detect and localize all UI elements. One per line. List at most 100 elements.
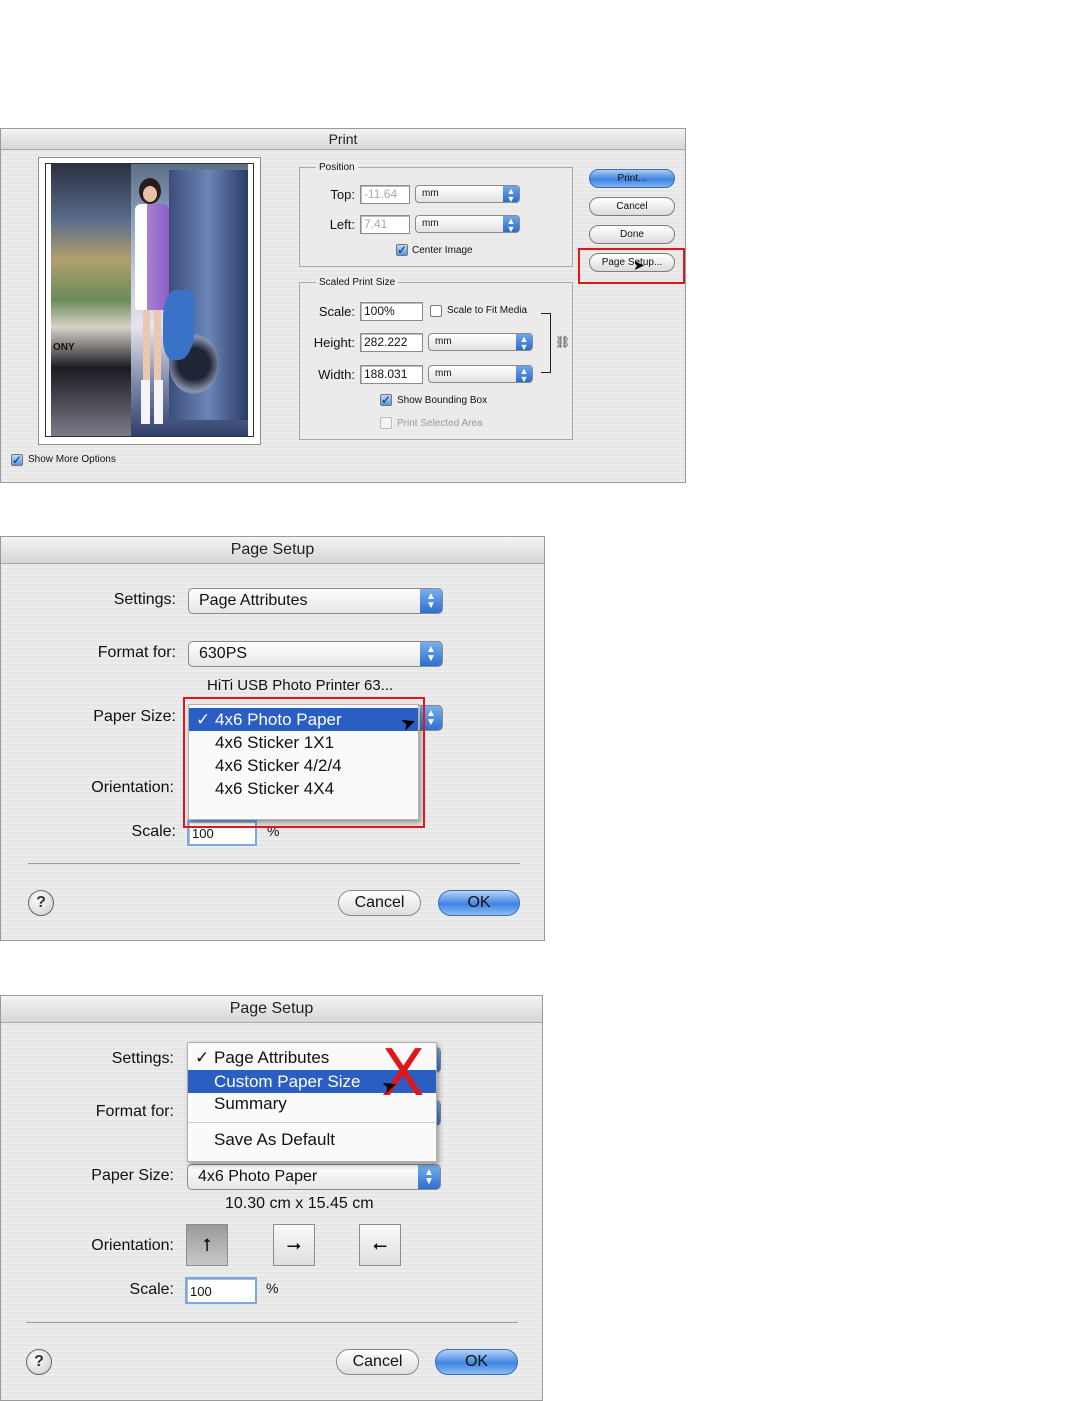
- preview-photo: ONY: [51, 164, 248, 436]
- preview-brand-text: ONY: [53, 342, 75, 353]
- popup-arrows-icon: ▲▼: [516, 366, 532, 384]
- center-image-checkbox[interactable]: ✓: [396, 244, 408, 256]
- paper-size-label: Paper Size:: [91, 1167, 174, 1184]
- preview-sign-board: [51, 164, 131, 436]
- print-button[interactable]: Print...: [589, 169, 675, 188]
- width-field[interactable]: 188.031: [360, 365, 423, 384]
- format-for-popup[interactable]: 630PS ▲ ▼: [188, 641, 443, 667]
- scale-label: Scale:: [318, 304, 355, 319]
- preview-person-legs: [143, 310, 161, 380]
- paper-dimensions: 10.30 cm x 15.45 cm: [225, 1195, 374, 1212]
- paper-size-popup[interactable]: 4x6 Photo Paper ▲ ▼: [187, 1164, 441, 1190]
- page-setup-2-title: Page Setup: [229, 1000, 314, 1017]
- popup-arrows-icon: ▲▼: [503, 186, 519, 204]
- percent-label: %: [266, 1280, 279, 1296]
- orientation-landscape-right-button[interactable]: ⭠: [359, 1224, 401, 1266]
- paper-size-value: 4x6 Photo Paper: [198, 1168, 318, 1185]
- help-button[interactable]: ?: [26, 1349, 52, 1375]
- orientation-label: Orientation:: [91, 779, 174, 796]
- top-unit-value: mm: [422, 188, 439, 199]
- scale-label: Scale:: [131, 823, 176, 840]
- height-unit-value: mm: [435, 336, 452, 347]
- menu-separator: [188, 1122, 436, 1123]
- format-for-label: Format for:: [95, 1103, 174, 1120]
- settings-value: Page Attributes: [199, 592, 308, 609]
- cancel-button[interactable]: Cancel: [338, 890, 421, 916]
- preview-person-face: [143, 186, 157, 202]
- settings-option-label: Save As Default: [214, 1130, 335, 1149]
- print-dialog-titlebar: Print: [1, 129, 685, 150]
- page-setup-1-titlebar: Page Setup: [1, 537, 544, 564]
- orientation-label: Orientation:: [91, 1237, 174, 1254]
- left-unit-value: mm: [422, 218, 439, 229]
- scale-field[interactable]: 100: [185, 1277, 257, 1304]
- settings-option-label: Custom Paper Size: [214, 1072, 361, 1091]
- scaled-size-group-title: Scaled Print Size: [316, 277, 399, 288]
- page-setup-1-title: Page Setup: [230, 541, 315, 558]
- ok-button[interactable]: OK: [438, 890, 520, 916]
- print-selected-area-label: Print Selected Area: [397, 418, 483, 429]
- scale-field[interactable]: 100%: [360, 302, 423, 321]
- cancel-button[interactable]: Cancel: [589, 197, 675, 216]
- page-setup-2-titlebar: Page Setup: [1, 996, 542, 1023]
- top-field[interactable]: -11.64: [360, 185, 410, 204]
- print-preview-frame: ONY: [38, 157, 261, 445]
- popup-arrows-icon: ▲▼: [503, 216, 519, 234]
- popup-arrows-icon: ▲▼: [516, 334, 532, 352]
- settings-label: Settings:: [113, 591, 176, 608]
- page-setup-highlight-box: [578, 248, 685, 284]
- left-label: Left:: [329, 217, 355, 232]
- scale-label: Scale:: [129, 1281, 174, 1298]
- show-more-options-label: Show More Options: [28, 454, 116, 465]
- printer-description: HiTi USB Photo Printer 63...: [207, 677, 394, 694]
- preview-bag: [163, 290, 195, 360]
- help-button[interactable]: ?: [28, 890, 54, 916]
- separator-line: [28, 863, 520, 864]
- popup-arrows-icon: ▲▼: [420, 642, 442, 666]
- format-for-value: 630PS: [199, 645, 248, 662]
- constrain-link-icon[interactable]: ⛓: [555, 335, 570, 349]
- settings-option-label: Page Attributes: [214, 1048, 330, 1067]
- preview-person-boots: [141, 380, 163, 424]
- mouse-cursor-icon: ➤: [633, 257, 645, 273]
- popup-arrows-icon: ▲▼: [418, 1165, 440, 1189]
- paper-size-highlight-box: [183, 697, 425, 828]
- orientation-landscape-left-button[interactable]: ⭢: [273, 1224, 315, 1266]
- checkmark-icon: ✓: [195, 1048, 210, 1067]
- width-label: Width:: [318, 367, 355, 382]
- print-dialog: Print ONY ✓ Show More Options Position T…: [0, 128, 686, 483]
- settings-popup[interactable]: Page Attributes ▲ ▼: [188, 588, 443, 614]
- show-bounding-box-checkbox[interactable]: ✓: [380, 394, 392, 406]
- print-dialog-title: Print: [328, 131, 358, 147]
- ok-button[interactable]: OK: [435, 1349, 518, 1375]
- constrain-bracket: [541, 313, 551, 373]
- height-label: Height:: [313, 335, 355, 350]
- height-unit-popup[interactable]: mm ▲ ▼: [428, 333, 533, 352]
- settings-option-save-as-default[interactable]: Save As Default: [188, 1129, 436, 1151]
- scale-to-fit-checkbox[interactable]: [430, 305, 442, 317]
- height-field[interactable]: 282.222: [360, 333, 423, 352]
- left-field[interactable]: 7.41: [360, 215, 410, 234]
- separator-line: [26, 1322, 518, 1323]
- top-label: Top:: [330, 187, 355, 202]
- orientation-portrait-button[interactable]: ⭡: [186, 1224, 228, 1266]
- cancel-button[interactable]: Cancel: [336, 1349, 419, 1375]
- settings-label: Settings:: [111, 1050, 174, 1067]
- center-image-label: Center Image: [412, 245, 473, 256]
- print-selected-area-checkbox: [380, 417, 392, 429]
- format-for-label: Format for:: [97, 644, 176, 661]
- page-setup-dialog-1: Page Setup Settings: Page Attributes ▲ ▼ …: [0, 536, 545, 941]
- scale-to-fit-label: Scale to Fit Media: [447, 305, 528, 316]
- width-unit-value: mm: [435, 368, 452, 379]
- popup-arrows-icon: ▲▼: [420, 589, 442, 613]
- width-unit-popup[interactable]: mm ▲ ▼: [428, 365, 533, 384]
- position-group-title: Position: [316, 162, 358, 173]
- left-unit-popup[interactable]: mm ▲ ▼: [415, 215, 520, 234]
- print-preview-page: ONY: [45, 163, 254, 437]
- preview-person-dress: [135, 204, 169, 310]
- settings-option-label: Summary: [214, 1094, 287, 1113]
- top-unit-popup[interactable]: mm ▲ ▼: [415, 185, 520, 204]
- done-button[interactable]: Done: [589, 225, 675, 244]
- show-bounding-box-label: Show Bounding Box: [397, 395, 488, 406]
- show-more-options-checkbox[interactable]: ✓: [11, 454, 23, 466]
